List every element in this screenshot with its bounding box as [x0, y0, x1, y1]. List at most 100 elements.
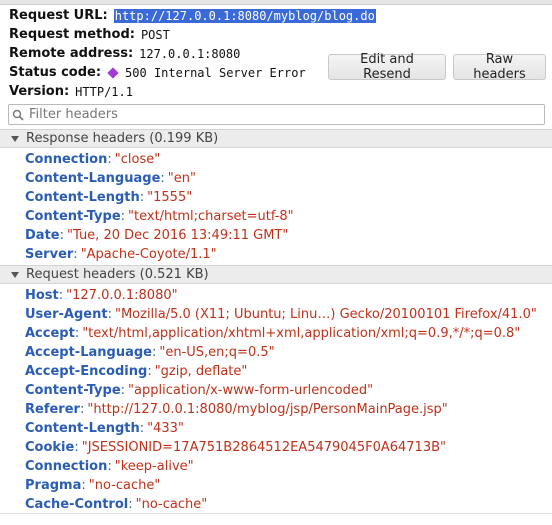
header-colon: :	[81, 478, 86, 493]
status-code-label: Status code:	[9, 65, 102, 80]
response-header-row[interactable]: Content-Type: "text/html;charset=utf-8"	[25, 207, 294, 226]
status-diamond-icon	[107, 66, 119, 79]
header-value: "gzip, deflate"	[154, 364, 248, 379]
response-headers-title: Response headers (0.199 KB)	[26, 131, 219, 146]
request-header-row[interactable]: Cookie: "JSESSIONID=17A751B2864512EA54790…	[25, 438, 446, 457]
header-colon: :	[107, 307, 112, 322]
request-header-row[interactable]: Connection: "keep-alive"	[25, 457, 194, 476]
header-name: Server	[25, 247, 74, 262]
collapse-triangle-icon[interactable]	[11, 135, 19, 142]
response-header-row[interactable]: Content-Length: "1555"	[25, 188, 192, 207]
header-colon: :	[59, 228, 64, 243]
header-colon: :	[107, 459, 112, 474]
header-value: "JSESSIONID=17A751B2864512EA5479045F0A64…	[81, 440, 446, 455]
header-colon: :	[74, 326, 80, 341]
header-value: "close"	[114, 152, 161, 167]
header-name: User-Agent	[25, 307, 108, 322]
header-value: "http://127.0.0.1:8080/myblog/jsp/Person…	[87, 402, 448, 417]
header-value: "Mozilla/5.0 (X11; Ubuntu; Linu…) Gecko/…	[114, 307, 537, 322]
status-code-row: Status code: 500 Internal Server Error	[9, 63, 306, 82]
header-value: "text/html;charset=utf-8"	[128, 209, 294, 224]
header-name: Connection	[25, 459, 108, 474]
remote-address-label: Remote address:	[9, 46, 134, 61]
header-name: Content-Type	[25, 383, 121, 398]
status-code-value: 500 Internal Server Error	[125, 65, 306, 80]
header-colon: :	[139, 190, 145, 205]
header-value: "127.0.0.1:8080"	[66, 288, 178, 303]
header-name: Cache-Control	[25, 497, 129, 512]
header-value: "Apache-Coyote/1.1"	[80, 247, 217, 262]
request-header-row[interactable]: User-Agent: "Mozilla/5.0 (X11; Ubuntu; Li…	[25, 305, 537, 324]
header-name: Content-Length	[25, 190, 140, 205]
tab-strip	[0, 0, 552, 5]
request-url-label: Request URL:	[9, 8, 108, 23]
response-header-row[interactable]: Server: "Apache-Coyote/1.1"	[25, 245, 217, 264]
header-value: "1555"	[147, 190, 193, 205]
request-method-label: Request method:	[9, 27, 135, 42]
header-name: Content-Type	[25, 209, 121, 224]
request-header-row[interactable]: Accept-Encoding: "gzip, deflate"	[25, 362, 247, 381]
header-name: Accept-Language	[25, 345, 152, 360]
header-colon: :	[120, 383, 126, 398]
request-url-value[interactable]: http://127.0.0.1:8080/myblog/blog.do	[113, 8, 376, 23]
header-name: Accept	[25, 326, 75, 341]
header-name: Referer	[25, 402, 80, 417]
header-colon: :	[74, 440, 79, 455]
header-colon: :	[160, 171, 165, 186]
header-value: "application/x-www-form-urlencoded"	[128, 383, 374, 398]
header-name: Connection	[25, 152, 108, 167]
header-colon: :	[151, 345, 157, 360]
header-colon: :	[147, 364, 152, 379]
header-colon: :	[107, 152, 112, 167]
header-colon: :	[73, 247, 78, 262]
edit-and-resend-button[interactable]: Edit and Resend	[328, 52, 446, 82]
header-value: "keep-alive"	[114, 459, 194, 474]
filter-headers-input[interactable]	[27, 107, 544, 122]
response-header-row[interactable]: Content-Language: "en"	[25, 169, 196, 188]
response-header-row[interactable]: Date: "Tue, 20 Dec 2016 13:49:11 GMT"	[25, 226, 288, 245]
header-value: "Tue, 20 Dec 2016 13:49:11 GMT"	[67, 228, 289, 243]
request-url-row: Request URL: http://127.0.0.1:8080/myblo…	[9, 6, 376, 25]
header-colon: :	[79, 402, 85, 417]
raw-headers-button[interactable]: Raw headers	[453, 52, 546, 82]
remote-address-value: 127.0.0.1:8080	[139, 46, 241, 61]
version-label: Version:	[9, 84, 70, 99]
bottom-divider	[0, 513, 552, 514]
header-name: Cookie	[25, 440, 75, 455]
header-name: Host	[25, 288, 59, 303]
collapse-triangle-icon[interactable]	[11, 271, 19, 278]
version-row: Version: HTTP/1.1	[9, 82, 133, 101]
header-colon: :	[58, 288, 64, 303]
filter-headers-box[interactable]	[8, 104, 545, 125]
request-header-row[interactable]: Content-Type: "application/x-www-form-url…	[25, 381, 373, 400]
header-name: Content-Language	[25, 171, 161, 186]
request-header-row[interactable]: Pragma: "no-cache"	[25, 476, 160, 495]
version-value: HTTP/1.1	[75, 84, 133, 99]
request-header-row[interactable]: Content-Length: "433"	[25, 419, 184, 438]
header-value: "en"	[167, 171, 196, 186]
response-header-row[interactable]: Connection: "close"	[25, 150, 160, 169]
search-icon	[9, 109, 27, 121]
header-name: Accept-Encoding	[25, 364, 148, 379]
header-colon: :	[128, 497, 133, 512]
request-header-row[interactable]: Accept: "text/html,application/xhtml+xml,…	[25, 324, 520, 343]
request-header-row[interactable]: Referer: "http://127.0.0.1:8080/myblog/js…	[25, 400, 448, 419]
header-value: "no-cache"	[88, 478, 161, 493]
header-value: "no-cache"	[135, 497, 208, 512]
request-method-value: POST	[140, 27, 170, 42]
header-name: Content-Length	[25, 421, 140, 436]
response-headers-section-header[interactable]: Response headers (0.199 KB)	[0, 129, 552, 148]
request-header-row[interactable]: Accept-Language: "en-US,en;q=0.5"	[25, 343, 275, 362]
header-colon: :	[139, 421, 145, 436]
header-colon: :	[120, 209, 126, 224]
header-value: "en-US,en;q=0.5"	[159, 345, 275, 360]
request-headers-section-header[interactable]: Request headers (0.521 KB)	[0, 265, 552, 284]
remote-address-row: Remote address: 127.0.0.1:8080	[9, 44, 240, 63]
request-header-row[interactable]: Host: "127.0.0.1:8080"	[25, 286, 178, 305]
header-value: "text/html,application/xhtml+xml,applica…	[82, 326, 521, 341]
header-name: Date	[25, 228, 60, 243]
request-header-row[interactable]: Cache-Control: "no-cache"	[25, 495, 207, 514]
header-name: Pragma	[25, 478, 82, 493]
request-method-row: Request method: POST	[9, 25, 170, 44]
request-headers-title: Request headers (0.521 KB)	[26, 267, 209, 282]
